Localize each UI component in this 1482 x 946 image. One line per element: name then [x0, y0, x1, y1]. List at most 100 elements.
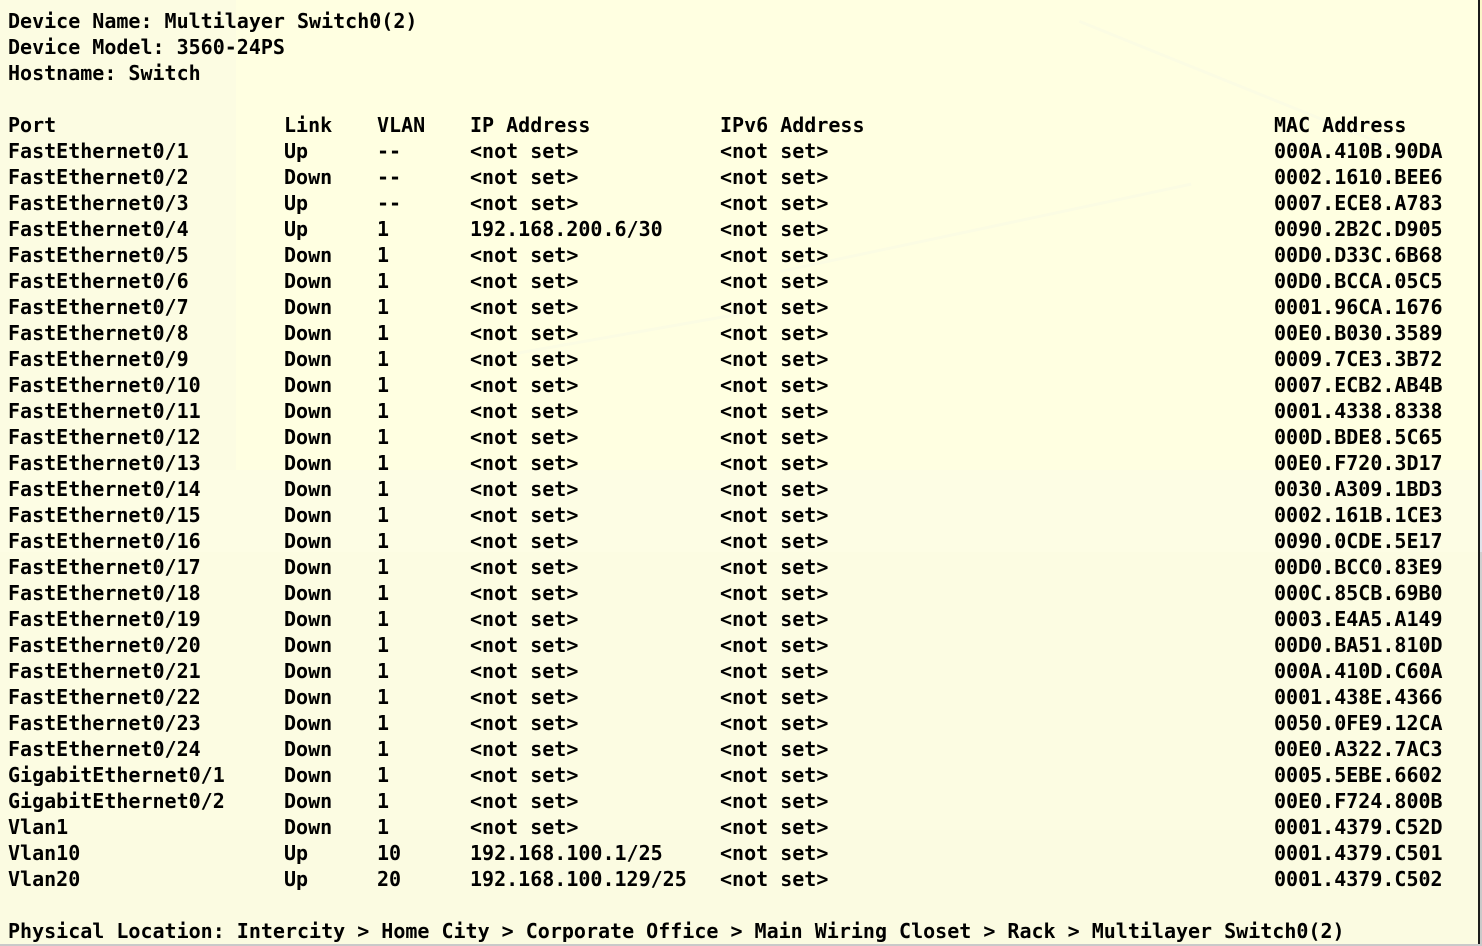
cell-vlan: 1: [377, 789, 390, 813]
cell-port: FastEthernet0/2: [8, 165, 189, 189]
cell-vlan: --: [377, 139, 402, 163]
table-row: FastEthernet0/18 Down 1 <not set> <not set> 0…: [0, 580, 1478, 606]
table-row: FastEthernet0/1 Up -- <not set> <not set> 000…: [0, 138, 1478, 164]
cell-ipv6: <not set>: [720, 503, 829, 527]
cell-ip: <not set>: [470, 451, 579, 475]
cell-link: Down: [284, 373, 333, 397]
cell-ip: <not set>: [470, 633, 579, 657]
cell-link: Down: [284, 295, 333, 319]
column-header-ipv6: IPv6 Address: [720, 113, 865, 137]
cell-link: Down: [284, 711, 333, 735]
cell-mac: 0090.0CDE.5E17: [1274, 529, 1443, 553]
cell-ip: <not set>: [470, 815, 579, 839]
hostname: Hostname: Switch: [8, 61, 201, 85]
cell-mac: 0009.7CE3.3B72: [1274, 347, 1443, 371]
table-row: FastEthernet0/14 Down 1 <not set> <not set> 0…: [0, 476, 1478, 502]
cell-port: FastEthernet0/11: [8, 399, 201, 423]
cell-port: Vlan1: [8, 815, 69, 839]
cell-link: Down: [284, 659, 333, 683]
physical-location: Physical Location: Intercity > Home City…: [8, 919, 1345, 943]
table-row: FastEthernet0/22 Down 1 <not set> <not set> 0…: [0, 684, 1478, 710]
cell-port: FastEthernet0/5: [8, 243, 189, 267]
cell-link: Down: [284, 685, 333, 709]
cell-link: Down: [284, 321, 333, 345]
cell-vlan: 1: [377, 295, 390, 319]
cell-link: Up: [284, 139, 309, 163]
cell-mac: 0001.4379.C52D: [1274, 815, 1443, 839]
cell-ipv6: <not set>: [720, 633, 829, 657]
cell-vlan: 1: [377, 659, 390, 683]
cell-port: FastEthernet0/3: [8, 191, 189, 215]
cell-port: FastEthernet0/16: [8, 529, 201, 553]
cell-ip: <not set>: [470, 191, 579, 215]
cell-mac: 0005.5EBE.6602: [1274, 763, 1443, 787]
column-header-ip: IP Address: [470, 113, 591, 137]
cell-ip: <not set>: [470, 659, 579, 683]
cell-ipv6: <not set>: [720, 607, 829, 631]
table-row: FastEthernet0/13 Down 1 <not set> <not set> 0…: [0, 450, 1478, 476]
cell-ipv6: <not set>: [720, 737, 829, 761]
cell-mac: 0007.ECE8.A783: [1274, 191, 1443, 215]
cell-vlan: 1: [377, 425, 390, 449]
cell-mac: 0050.0FE9.12CA: [1274, 711, 1443, 735]
table-row: FastEthernet0/6 Down 1 <not set> <not set> 00…: [0, 268, 1478, 294]
table-row: FastEthernet0/16 Down 1 <not set> <not set> 0…: [0, 528, 1478, 554]
cell-ipv6: <not set>: [720, 165, 829, 189]
cell-vlan: 1: [377, 373, 390, 397]
cell-ip: <not set>: [470, 763, 579, 787]
cell-mac: 0001.4379.C501: [1274, 841, 1443, 865]
table-row: FastEthernet0/20 Down 1 <not set> <not set> 0…: [0, 632, 1478, 658]
cell-ip: 192.168.100.129/25: [470, 867, 687, 891]
cell-ip: <not set>: [470, 321, 579, 345]
cell-port: GigabitEthernet0/2: [8, 789, 225, 813]
cell-ipv6: <not set>: [720, 217, 829, 241]
cell-mac: 00E0.A322.7AC3: [1274, 737, 1443, 761]
cell-ip: <not set>: [470, 243, 579, 267]
cell-ipv6: <not set>: [720, 685, 829, 709]
cell-ip: <not set>: [470, 139, 579, 163]
cell-ip: <not set>: [470, 269, 579, 293]
table-row: FastEthernet0/24 Down 1 <not set> <not set> 0…: [0, 736, 1478, 762]
cell-ip: <not set>: [470, 737, 579, 761]
cell-ip: <not set>: [470, 399, 579, 423]
cell-mac: 00E0.F724.800B: [1274, 789, 1443, 813]
cell-vlan: 1: [377, 399, 390, 423]
cell-link: Down: [284, 581, 333, 605]
cell-vlan: 1: [377, 243, 390, 267]
table-row: FastEthernet0/11 Down 1 <not set> <not set> 0…: [0, 398, 1478, 424]
device-name: Device Name: Multilayer Switch0(2): [8, 9, 418, 33]
cell-ip: <not set>: [470, 529, 579, 553]
table-row: FastEthernet0/2 Down -- <not set> <not set> 0…: [0, 164, 1478, 190]
cell-link: Up: [284, 217, 309, 241]
cell-mac: 0090.2B2C.D905: [1274, 217, 1443, 241]
cell-link: Down: [284, 737, 333, 761]
cell-port: FastEthernet0/15: [8, 503, 201, 527]
cell-mac: 00D0.D33C.6B68: [1274, 243, 1443, 267]
cell-ipv6: <not set>: [720, 555, 829, 579]
cell-link: Down: [284, 243, 333, 267]
cell-ipv6: <not set>: [720, 763, 829, 787]
cell-link: Up: [284, 841, 309, 865]
cell-vlan: 10: [377, 841, 402, 865]
cell-link: Up: [284, 867, 309, 891]
cell-port: FastEthernet0/20: [8, 633, 201, 657]
cell-vlan: --: [377, 191, 402, 215]
cell-port: FastEthernet0/24: [8, 737, 201, 761]
cell-port: FastEthernet0/4: [8, 217, 189, 241]
cell-link: Down: [284, 399, 333, 423]
cell-vlan: 1: [377, 737, 390, 761]
table-row: FastEthernet0/23 Down 1 <not set> <not set> 0…: [0, 710, 1478, 736]
cell-mac: 0003.E4A5.A149: [1274, 607, 1443, 631]
cell-ip: <not set>: [470, 581, 579, 605]
cell-mac: 0001.4379.C502: [1274, 867, 1443, 891]
cell-port: GigabitEthernet0/1: [8, 763, 225, 787]
cell-mac: 0030.A309.1BD3: [1274, 477, 1443, 501]
cell-link: Down: [284, 451, 333, 475]
cell-link: Down: [284, 269, 333, 293]
cell-link: Down: [284, 789, 333, 813]
cell-ipv6: <not set>: [720, 711, 829, 735]
table-header-row: Port Link VLAN IP Address IPv6 Address M…: [0, 112, 1478, 138]
cell-vlan: 20: [377, 867, 402, 891]
cell-ipv6: <not set>: [720, 191, 829, 215]
cell-ip: <not set>: [470, 607, 579, 631]
